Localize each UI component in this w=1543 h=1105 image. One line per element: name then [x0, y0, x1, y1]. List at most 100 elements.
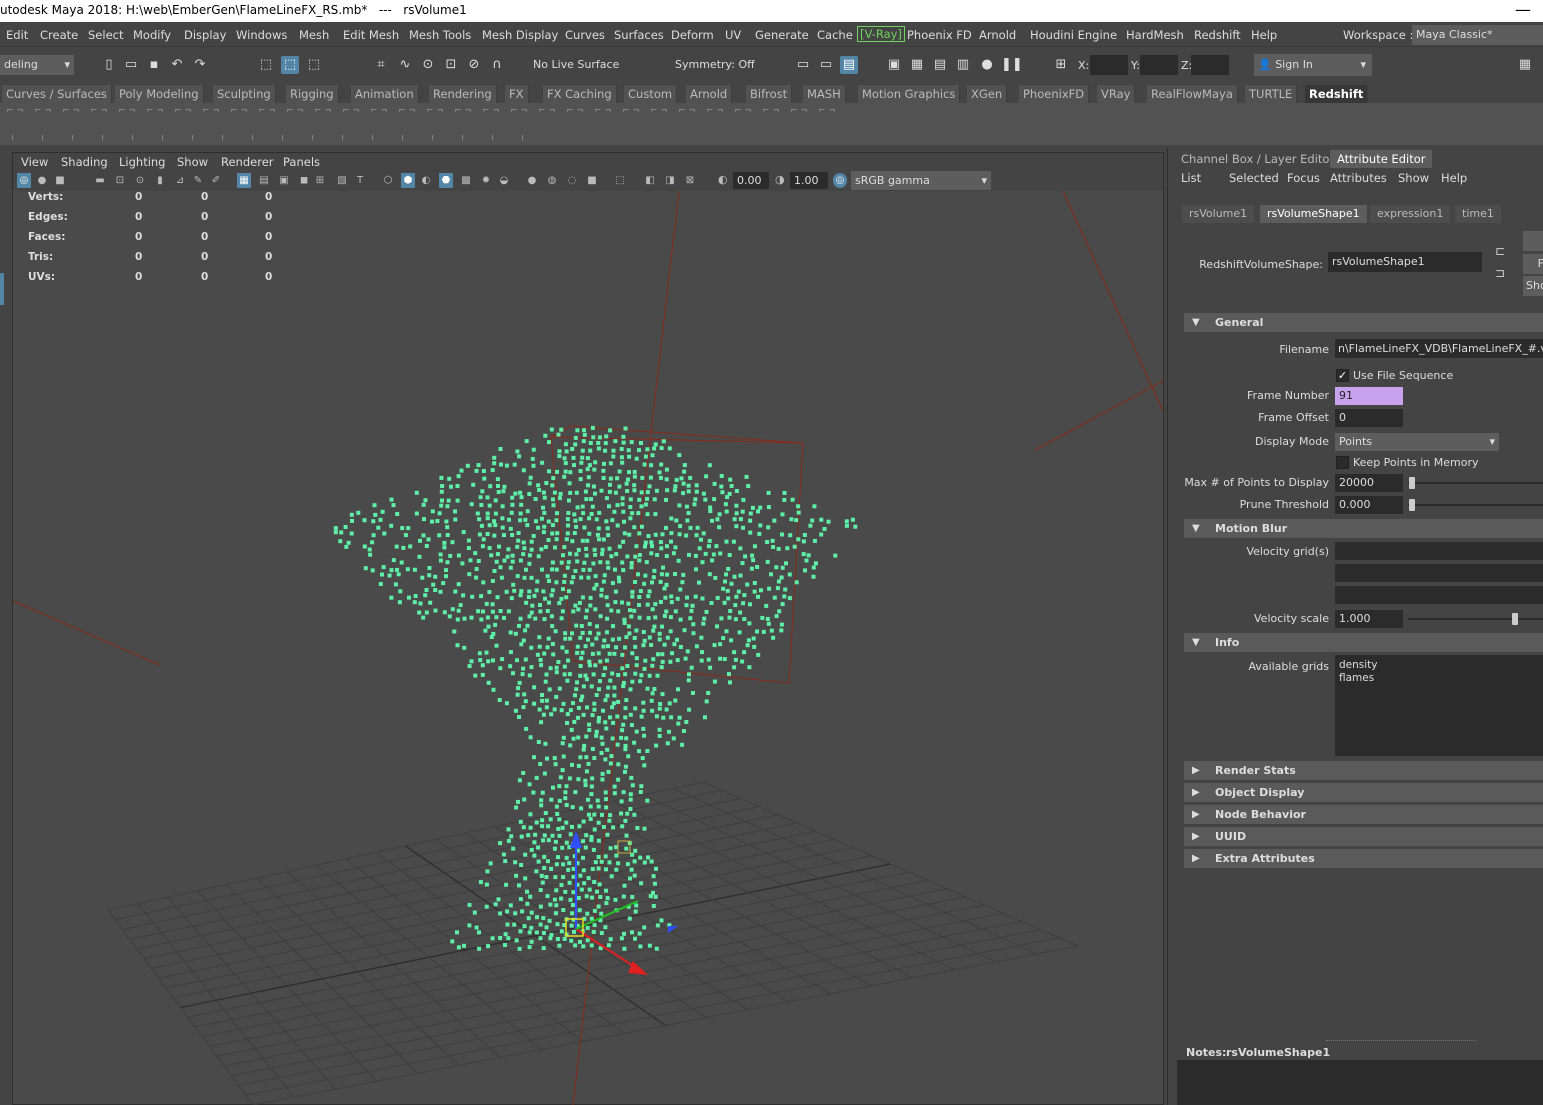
shelf-tab-turtle[interactable]: TURTLE [1245, 85, 1298, 103]
use-lights-icon[interactable]: ▧ [335, 173, 349, 188]
render-settings-icon[interactable]: ▥ [954, 56, 972, 74]
shelf-tab-rendering[interactable]: Rendering [429, 85, 497, 103]
side-button-3[interactable]: Sho [1523, 276, 1543, 296]
prune-threshold-input[interactable]: 0.000 [1335, 496, 1403, 514]
viewport-menu-panels[interactable]: Panels [283, 155, 320, 169]
resolution-gate-icon[interactable]: ✐ [209, 173, 223, 188]
select-camera-icon[interactable]: ⊠ [683, 173, 697, 188]
shelf-tab-phoenixfd[interactable]: PhoenixFD [1019, 85, 1090, 103]
menu-mesh-tools[interactable]: Mesh Tools [409, 28, 471, 42]
colorspace-select[interactable]: sRGB gamma ▾ [851, 171, 991, 190]
menu-create[interactable]: Create [40, 28, 78, 42]
grease-pencil-icon[interactable]: ⊙ [133, 173, 147, 188]
shelf-tab-bifrost[interactable]: Bifrost [746, 85, 793, 103]
image-plane-icon[interactable]: ▬ [93, 173, 107, 188]
default-material-icon[interactable]: ◼ [297, 173, 311, 188]
menu-select[interactable]: Select [88, 28, 123, 42]
ae-menu-list[interactable]: List [1181, 171, 1201, 185]
snap-view-icon[interactable]: ⊡ [442, 56, 460, 74]
menu-display[interactable]: Display [184, 28, 226, 42]
shelf-tab-motion-graphics[interactable]: Motion Graphics [858, 85, 961, 103]
menu-generate[interactable]: Generate [755, 28, 809, 42]
menu-modify[interactable]: Modify [133, 28, 171, 42]
z-input[interactable] [1191, 55, 1229, 75]
snap-point-icon[interactable]: ⊙ [419, 56, 437, 74]
prune-threshold-slider-handle[interactable] [1409, 499, 1415, 511]
tab-channel-box[interactable]: Channel Box / Layer Editor [1174, 150, 1341, 168]
velocity-grid-field-3[interactable] [1335, 586, 1543, 604]
focus-icon[interactable]: ⊏ [1495, 244, 1505, 258]
node-tab-time1[interactable]: time1 [1455, 205, 1501, 223]
hud-icon[interactable]: ◌ [565, 173, 579, 188]
presets-icon[interactable]: ⊐ [1495, 266, 1505, 280]
menu-curves[interactable]: Curves [565, 28, 605, 42]
velocity-grid-field-1[interactable] [1335, 542, 1543, 560]
shelf-tab-fx[interactable]: FX [505, 85, 529, 103]
snap-curve-icon[interactable]: ∿ [396, 56, 414, 74]
viewport-menu-shading[interactable]: Shading [61, 155, 108, 169]
shadows-icon[interactable]: T [353, 173, 367, 188]
gate-mask-icon[interactable]: ⊿ [173, 173, 187, 188]
ae-menu-help[interactable]: Help [1441, 171, 1467, 185]
viewport-menu-lighting[interactable]: Lighting [119, 155, 165, 169]
color-management-icon[interactable]: ◎ [833, 173, 847, 188]
snap-surface-icon[interactable]: ⊘ [465, 56, 483, 74]
pause-icon[interactable]: ❚❚ [1001, 56, 1023, 74]
keep-points-checkbox[interactable] [1336, 456, 1349, 469]
velocity-scale-slider-handle[interactable] [1512, 613, 1518, 625]
notes-divider[interactable] [1326, 1040, 1476, 1041]
open-scene-icon[interactable]: ▭ [122, 56, 140, 74]
exposure-input[interactable]: 0.00 [733, 172, 769, 189]
snap-magnet-icon[interactable]: ∩ [488, 56, 506, 74]
grid-icon[interactable]: ▦ [237, 173, 251, 188]
sign-in-button[interactable]: 👤 Sign In ▾ [1254, 54, 1372, 76]
menu-surfaces[interactable]: Surfaces [614, 28, 664, 42]
motion-blur-icon[interactable]: ◒ [497, 173, 511, 188]
menu-edit-mesh[interactable]: Edit Mesh [343, 28, 399, 42]
filename-input[interactable]: n\FlameLineFX_VDB\FlameLineFX_#.vdb [1335, 339, 1543, 358]
symmetry-field[interactable]: Symmetry: Off [671, 55, 768, 75]
section-render-stats[interactable]: ▶ Render Stats [1184, 761, 1543, 780]
undo-icon[interactable]: ↶ [168, 56, 186, 74]
ambient-occlusion-icon[interactable]: ▩ [459, 173, 473, 188]
menu-phoenix-fd[interactable]: Phoenix FD [907, 28, 972, 42]
velocity-scale-input[interactable]: 1.000 [1335, 610, 1403, 628]
frame-number-input[interactable]: 91 [1335, 387, 1403, 405]
menu-mesh-display[interactable]: Mesh Display [482, 28, 558, 42]
tab-attribute-editor[interactable]: Attribute Editor [1330, 150, 1433, 168]
viewport-scene[interactable] [13, 191, 1163, 1105]
side-button-2[interactable]: F [1523, 254, 1543, 274]
section-object-display[interactable]: ▶ Object Display [1184, 783, 1543, 802]
ae-menu-show[interactable]: Show [1398, 171, 1429, 185]
new-scene-icon[interactable]: ▯ [100, 56, 118, 74]
menu-deform[interactable]: Deform [671, 28, 714, 42]
transform-mode-icon[interactable]: ⊞ [1052, 56, 1070, 74]
display-mode-select[interactable]: Points ▾ [1335, 433, 1499, 451]
y-input[interactable] [1140, 55, 1178, 75]
xray-joints-icon[interactable]: ◐ [419, 173, 433, 188]
2d-pan-icon[interactable]: ⊡ [113, 173, 127, 188]
output-ops-icon[interactable]: ▭ [817, 56, 835, 74]
two-panel-icon[interactable]: ◧ [643, 173, 657, 188]
wireframe-icon[interactable]: ▤ [257, 173, 271, 188]
menu-vray[interactable]: [V-Ray] [857, 26, 905, 42]
node-tab-rsvolume1[interactable]: rsVolume1 [1182, 205, 1255, 223]
menu-houdini-engine[interactable]: Houdini Engine [1030, 28, 1117, 42]
shelf-tab-custom[interactable]: Custom [624, 85, 678, 103]
max-points-slider-handle[interactable] [1409, 477, 1415, 489]
section-info[interactable]: ▼ Info [1184, 633, 1543, 652]
input-ops-icon[interactable]: ▭ [794, 56, 812, 74]
menu-windows[interactable]: Windows [236, 28, 287, 42]
depth-of-field-icon[interactable]: ◍ [545, 173, 559, 188]
shelf-tab-poly-modeling[interactable]: Poly Modeling [115, 85, 204, 103]
construction-history-icon[interactable]: ▤ [840, 56, 858, 74]
menu-redshift[interactable]: Redshift [1194, 28, 1241, 42]
render-view-icon[interactable]: ▣ [885, 56, 903, 74]
select-hierarchy-icon[interactable]: ⬚ [257, 56, 275, 74]
menu-set-select[interactable]: deling ▾ [0, 55, 74, 75]
workspace-select[interactable]: Maya Classic* [1412, 25, 1543, 45]
shelf-tab-sculpting[interactable]: Sculpting [213, 85, 276, 103]
max-points-input[interactable]: 20000 [1335, 474, 1403, 492]
four-panel-icon[interactable]: ◨ [663, 173, 677, 188]
section-node-behavior[interactable]: ▶ Node Behavior [1184, 805, 1543, 824]
